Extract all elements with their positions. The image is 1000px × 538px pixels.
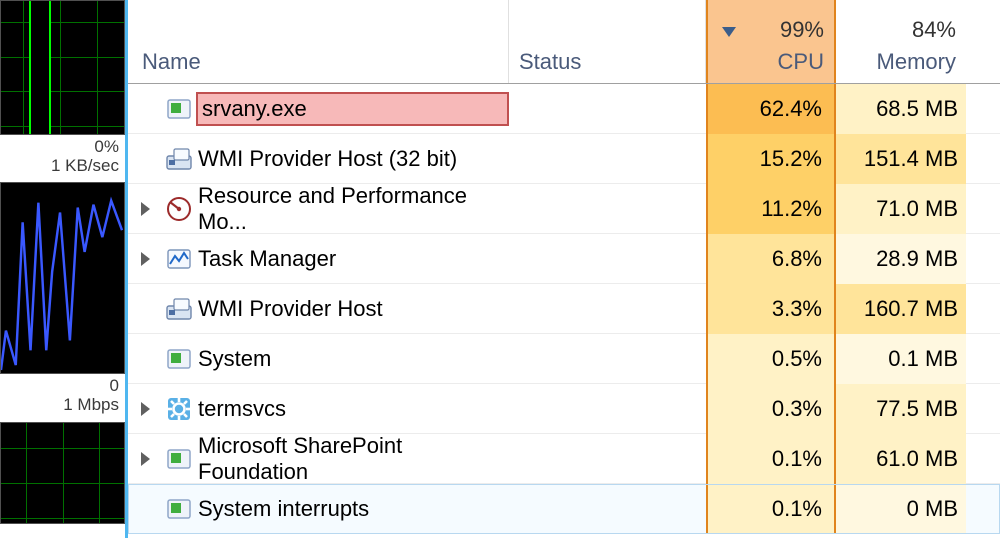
cpu-value: 0.1% [706,434,836,484]
memory-value: 0.1 MB [836,334,966,384]
memory-value: 28.9 MB [836,234,966,284]
table-row[interactable]: System interrupts 0.1%0 MB [128,484,1000,534]
cpu-graph-value: 0% [0,138,125,157]
header-cpu[interactable]: 99% CPU [706,0,836,83]
process-name: Resource and Performance Mo... [196,184,509,234]
network-mini-graph[interactable] [0,182,125,374]
cpu-value: 0.1% [706,484,836,534]
process-name: System interrupts [196,484,509,534]
process-status [509,284,706,334]
memory-value: 160.7 MB [836,284,966,334]
table-row[interactable]: System 0.5%0.1 MB [128,334,1000,384]
table-row[interactable]: srvany.exe 62.4%68.5 MB [128,84,1000,134]
sort-desc-icon [722,27,736,37]
cpu-value: 0.3% [706,384,836,434]
table-row[interactable]: WMI Provider Host (32 bit) 15.2%151.4 MB [128,134,1000,184]
cpu-value: 6.8% [706,234,836,284]
table-row[interactable]: termsvcs 0.3%77.5 MB [128,384,1000,434]
table-row[interactable]: WMI Provider Host 3.3%160.7 MB [128,284,1000,334]
memory-value: 71.0 MB [836,184,966,234]
app-icon [162,334,196,384]
perfmon-icon [162,184,196,234]
process-status [509,134,706,184]
process-status [509,84,706,134]
wmi-icon [162,284,196,334]
memory-value: 151.4 MB [836,134,966,184]
wmi-icon [162,134,196,184]
process-name: Task Manager [196,234,509,284]
expand-toggle [128,484,162,534]
process-status [509,334,706,384]
app-icon [162,84,196,134]
cpu-mini-graph[interactable] [0,0,125,135]
process-status [509,434,706,484]
expand-toggle[interactable] [128,384,162,434]
performance-sidebar: 0% 1 KB/sec 0 1 Mbps [0,0,125,538]
table-row[interactable]: Microsoft SharePoint Foundation 0.1%61.0 … [128,434,1000,484]
cpu-rate-label: 1 KB/sec [0,157,125,176]
process-name: WMI Provider Host [196,284,509,334]
process-name: WMI Provider Host (32 bit) [196,134,509,184]
process-status [509,234,706,284]
memory-value: 0 MB [836,484,966,534]
net-graph-value: 0 [0,377,125,396]
process-status [509,484,706,534]
header-memory[interactable]: 84% Memory [836,0,966,83]
expand-toggle [128,84,162,134]
header-status[interactable]: Status [509,0,706,83]
app-icon [162,484,196,534]
table-row[interactable]: Resource and Performance Mo... 11.2%71.0 … [128,184,1000,234]
memory-value: 77.5 MB [836,384,966,434]
cpu-value: 11.2% [706,184,836,234]
taskmgr-icon [162,234,196,284]
cpu-value: 62.4% [706,84,836,134]
header-name[interactable]: Name [128,0,509,83]
disk-mini-graph[interactable] [0,422,125,524]
expand-toggle[interactable] [128,184,162,234]
process-status [509,384,706,434]
chevron-right-icon [141,452,150,466]
chevron-right-icon [141,202,150,216]
gear-icon [162,384,196,434]
net-rate-label: 1 Mbps [0,396,125,415]
process-name: termsvcs [196,384,509,434]
process-name: System [196,334,509,384]
expand-toggle [128,334,162,384]
expand-toggle [128,134,162,184]
cpu-value: 0.5% [706,334,836,384]
process-name: Microsoft SharePoint Foundation [196,434,509,484]
table-row[interactable]: Task Manager 6.8%28.9 MB [128,234,1000,284]
expand-toggle[interactable] [128,234,162,284]
highlighted-process: srvany.exe [196,92,509,126]
expand-toggle [128,284,162,334]
app-icon [162,434,196,484]
process-status [509,184,706,234]
column-headers: Name Status 99% CPU 84% Memory [128,0,1000,84]
memory-value: 61.0 MB [836,434,966,484]
cpu-value: 3.3% [706,284,836,334]
process-name: srvany.exe [196,84,509,134]
chevron-right-icon [141,252,150,266]
expand-toggle[interactable] [128,434,162,484]
process-table: Name Status 99% CPU 84% Memory srvany.ex… [125,0,1000,538]
cpu-value: 15.2% [706,134,836,184]
memory-value: 68.5 MB [836,84,966,134]
chevron-right-icon [141,402,150,416]
